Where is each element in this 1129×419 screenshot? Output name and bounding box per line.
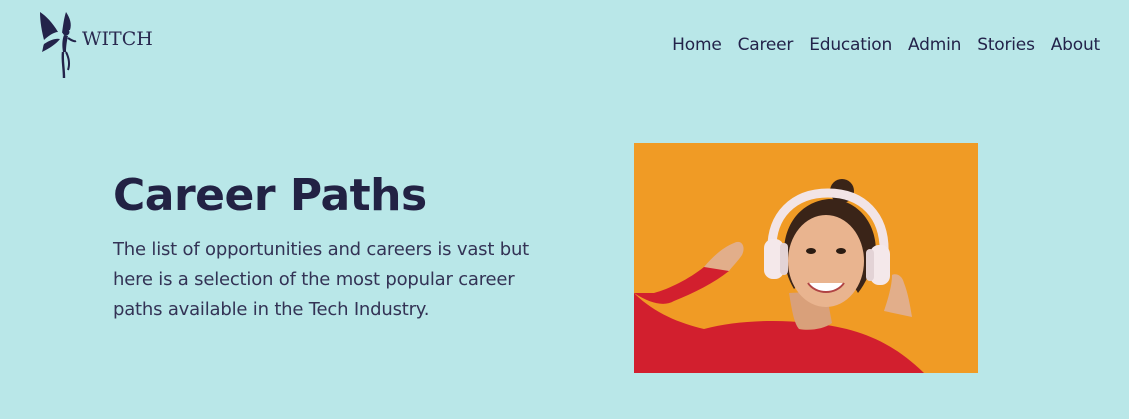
hero-description: The list of opportunities and careers is… xyxy=(113,239,530,320)
logo-text: WITCH xyxy=(82,28,153,50)
hero-section: Career Paths The list of opportunities a… xyxy=(113,170,563,325)
fairy-silhouette-icon xyxy=(36,8,80,80)
nav-home[interactable]: Home xyxy=(672,33,722,57)
nav-admin[interactable]: Admin xyxy=(908,33,961,57)
woman-with-headphones-photo xyxy=(634,143,978,373)
nav-career[interactable]: Career xyxy=(738,33,794,57)
page-title: Career Paths xyxy=(113,170,427,221)
nav-education[interactable]: Education xyxy=(809,33,892,57)
site-logo[interactable]: WITCH xyxy=(36,8,153,80)
nav-stories[interactable]: Stories xyxy=(977,33,1035,57)
main-nav: Home Career Education Admin Stories Abou… xyxy=(656,33,1100,57)
nav-about[interactable]: About xyxy=(1051,33,1100,57)
